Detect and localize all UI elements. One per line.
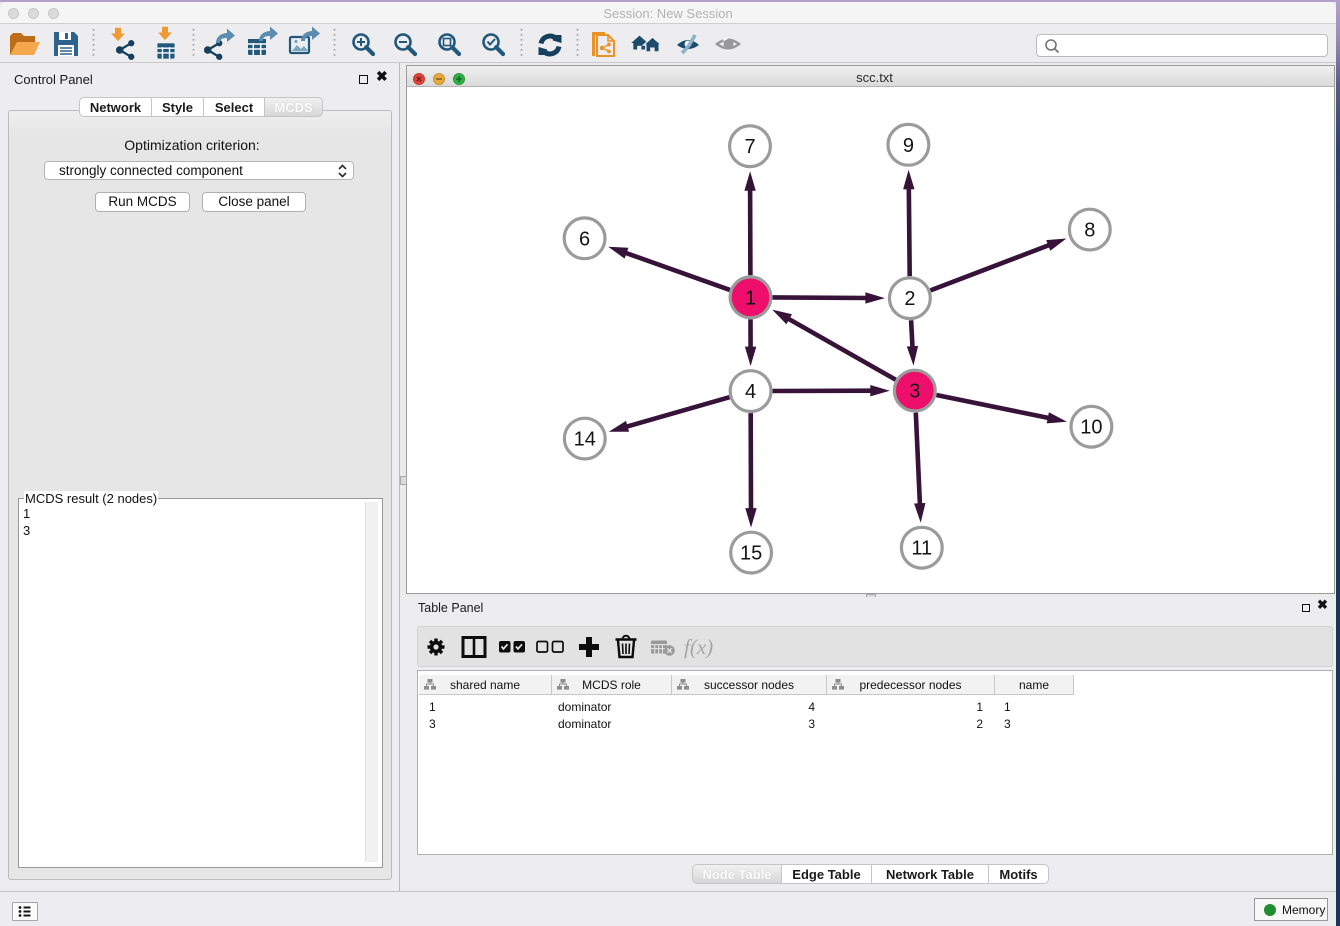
svg-text:8: 8 <box>1084 220 1095 242</box>
svg-text:4: 4 <box>745 381 756 403</box>
svg-text:6: 6 <box>579 228 590 250</box>
svg-text:1: 1 <box>745 287 756 309</box>
svg-text:11: 11 <box>911 538 932 560</box>
svg-text:14: 14 <box>574 429 596 451</box>
svg-text:2: 2 <box>904 288 915 310</box>
svg-text:9: 9 <box>903 135 914 157</box>
svg-text:15: 15 <box>740 543 762 565</box>
svg-text:10: 10 <box>1080 417 1102 439</box>
svg-text:3: 3 <box>909 381 920 403</box>
svg-text:f(x): f(x) <box>684 635 713 659</box>
svg-text:7: 7 <box>744 136 755 158</box>
